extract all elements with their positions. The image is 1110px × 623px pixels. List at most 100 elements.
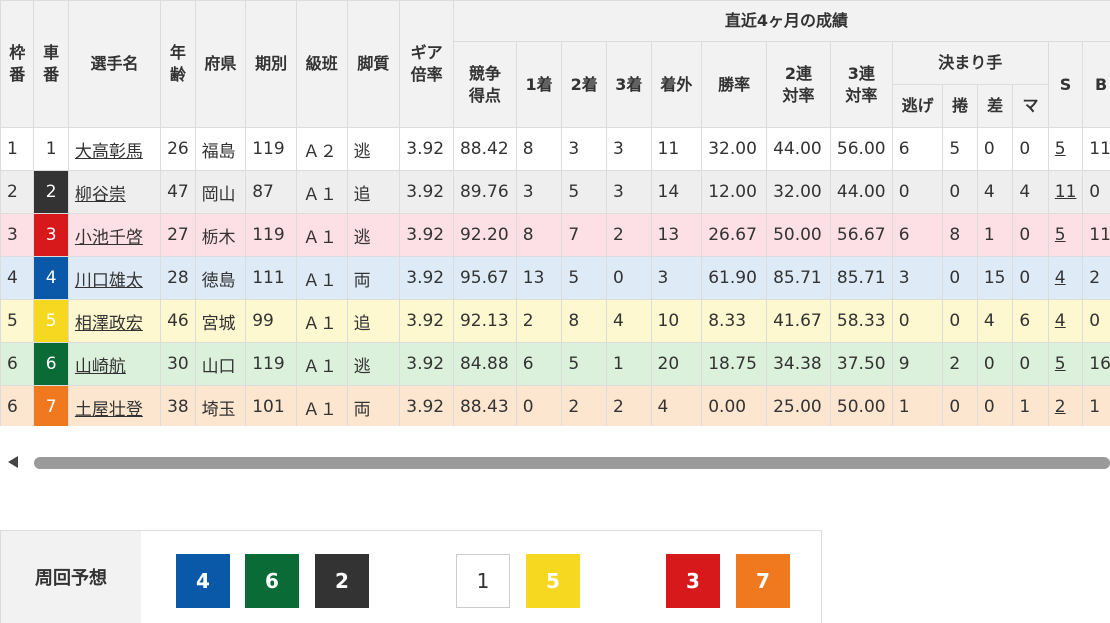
ren3-cell: 56.67	[830, 214, 892, 257]
mark-cell: 0	[1013, 214, 1048, 257]
pref-cell: 山口	[195, 343, 246, 386]
second-cell: 7	[562, 214, 607, 257]
makuri-cell: 0	[943, 257, 977, 300]
car-number-badge: 3	[34, 214, 67, 256]
score-cell: 95.67	[453, 257, 516, 300]
header-class: 級班	[296, 1, 347, 128]
horizontal-scrollbar[interactable]	[0, 452, 1110, 476]
class-cell: Ａ１	[296, 386, 347, 427]
gear-cell: 3.92	[400, 257, 454, 300]
name-cell: 小池千啓	[68, 214, 160, 257]
gear-cell: 3.92	[400, 128, 454, 171]
out-cell: 14	[651, 171, 702, 214]
name-cell: 川口雄太	[68, 257, 160, 300]
second-cell: 5	[562, 257, 607, 300]
term-cell: 111	[246, 257, 297, 300]
nige-cell: 0	[892, 171, 943, 214]
s-cell: 2	[1048, 386, 1082, 427]
car-number-badge: 5	[34, 300, 67, 342]
racer-name-link[interactable]: 川口雄太	[75, 271, 143, 291]
racer-name-link[interactable]: 山崎航	[75, 357, 126, 377]
score-cell: 84.88	[453, 343, 516, 386]
ren2-cell: 25.00	[767, 386, 831, 427]
s-count-link[interactable]: 4	[1055, 268, 1066, 288]
s-count-link[interactable]: 5	[1055, 354, 1066, 374]
first-cell: 3	[516, 171, 562, 214]
makuri-cell: 0	[943, 300, 977, 343]
winrate-cell: 26.67	[702, 214, 767, 257]
racer-name-link[interactable]: 柳谷崇	[75, 185, 126, 205]
class-cell: Ａ１	[296, 257, 347, 300]
third-cell: 1	[606, 343, 651, 386]
class-cell: Ａ１	[296, 214, 347, 257]
b-cell: 1	[1083, 386, 1110, 427]
header-second: 2着	[562, 42, 607, 128]
racer-name-link[interactable]: 土屋壮登	[75, 400, 143, 420]
sashi-cell: 0	[977, 128, 1012, 171]
s-count-link[interactable]: 2	[1055, 397, 1066, 417]
s-count-link[interactable]: 5	[1055, 225, 1066, 245]
race-table-container[interactable]: 枠番 車番 選手名 年齢 府県 期別 級班 脚質 ギア倍率 直近4ヶ月の成績 競…	[0, 0, 1110, 426]
score-cell: 92.13	[453, 300, 516, 343]
second-cell: 5	[562, 171, 607, 214]
waku-cell: 6	[1, 386, 34, 427]
pref-cell: 岡山	[195, 171, 246, 214]
racer-name-link[interactable]: 小池千啓	[75, 228, 143, 248]
waku-cell: 4	[1, 257, 34, 300]
third-cell: 4	[606, 300, 651, 343]
style-cell: 逃	[347, 128, 400, 171]
term-cell: 119	[246, 343, 297, 386]
name-cell: 相澤政宏	[68, 300, 160, 343]
header-style: 脚質	[347, 1, 400, 128]
pref-cell: 福島	[195, 128, 246, 171]
scrollbar-thumb[interactable]	[34, 457, 1110, 469]
out-cell: 20	[651, 343, 702, 386]
table-row: 33小池千啓27栃木119Ａ１逃3.9292.208721326.6750.00…	[1, 214, 1110, 257]
out-cell: 13	[651, 214, 702, 257]
car-number-badge: 2	[34, 171, 67, 213]
style-cell: 逃	[347, 214, 400, 257]
header-ren2: 2連対率	[767, 42, 831, 128]
nige-cell: 0	[892, 300, 943, 343]
makuri-cell: 0	[943, 386, 977, 427]
ren3-cell: 85.71	[830, 257, 892, 300]
second-cell: 5	[562, 343, 607, 386]
ren3-cell: 56.00	[830, 128, 892, 171]
class-cell: Ａ２	[296, 128, 347, 171]
gear-cell: 3.92	[400, 214, 454, 257]
header-age: 年齢	[161, 1, 195, 128]
gear-cell: 3.92	[400, 386, 454, 427]
nige-cell: 6	[892, 128, 943, 171]
mark-cell: 4	[1013, 171, 1048, 214]
name-cell: 土屋壮登	[68, 386, 160, 427]
nige-cell: 3	[892, 257, 943, 300]
b-cell: 0	[1083, 171, 1110, 214]
term-cell: 119	[246, 128, 297, 171]
age-cell: 26	[161, 128, 195, 171]
header-third: 3着	[606, 42, 651, 128]
s-count-link[interactable]: 4	[1055, 311, 1066, 331]
ren3-cell: 50.00	[830, 386, 892, 427]
racer-name-link[interactable]: 大高彰馬	[75, 142, 143, 162]
term-cell: 101	[246, 386, 297, 427]
s-cell: 5	[1048, 214, 1082, 257]
s-cell: 4	[1048, 257, 1082, 300]
scroll-left-arrow-icon[interactable]	[8, 456, 18, 468]
makuri-cell: 8	[943, 214, 977, 257]
style-cell: 両	[347, 257, 400, 300]
table-row: 55相澤政宏46宮城99Ａ１追3.9292.13284108.3341.6758…	[1, 300, 1110, 343]
third-cell: 2	[606, 214, 651, 257]
name-cell: 柳谷崇	[68, 171, 160, 214]
ren2-cell: 41.67	[767, 300, 831, 343]
racer-name-link[interactable]: 相澤政宏	[75, 314, 143, 334]
header-out: 着外	[651, 42, 702, 128]
name-cell: 山崎航	[68, 343, 160, 386]
prediction-chip: 1	[456, 554, 510, 608]
score-cell: 92.20	[453, 214, 516, 257]
prediction-chip: 4	[176, 554, 230, 608]
s-count-link[interactable]: 11	[1055, 182, 1077, 202]
mark-cell: 6	[1013, 300, 1048, 343]
s-count-link[interactable]: 5	[1055, 139, 1066, 159]
prediction-chip: 7	[736, 554, 790, 608]
header-waku: 枠番	[1, 1, 34, 128]
